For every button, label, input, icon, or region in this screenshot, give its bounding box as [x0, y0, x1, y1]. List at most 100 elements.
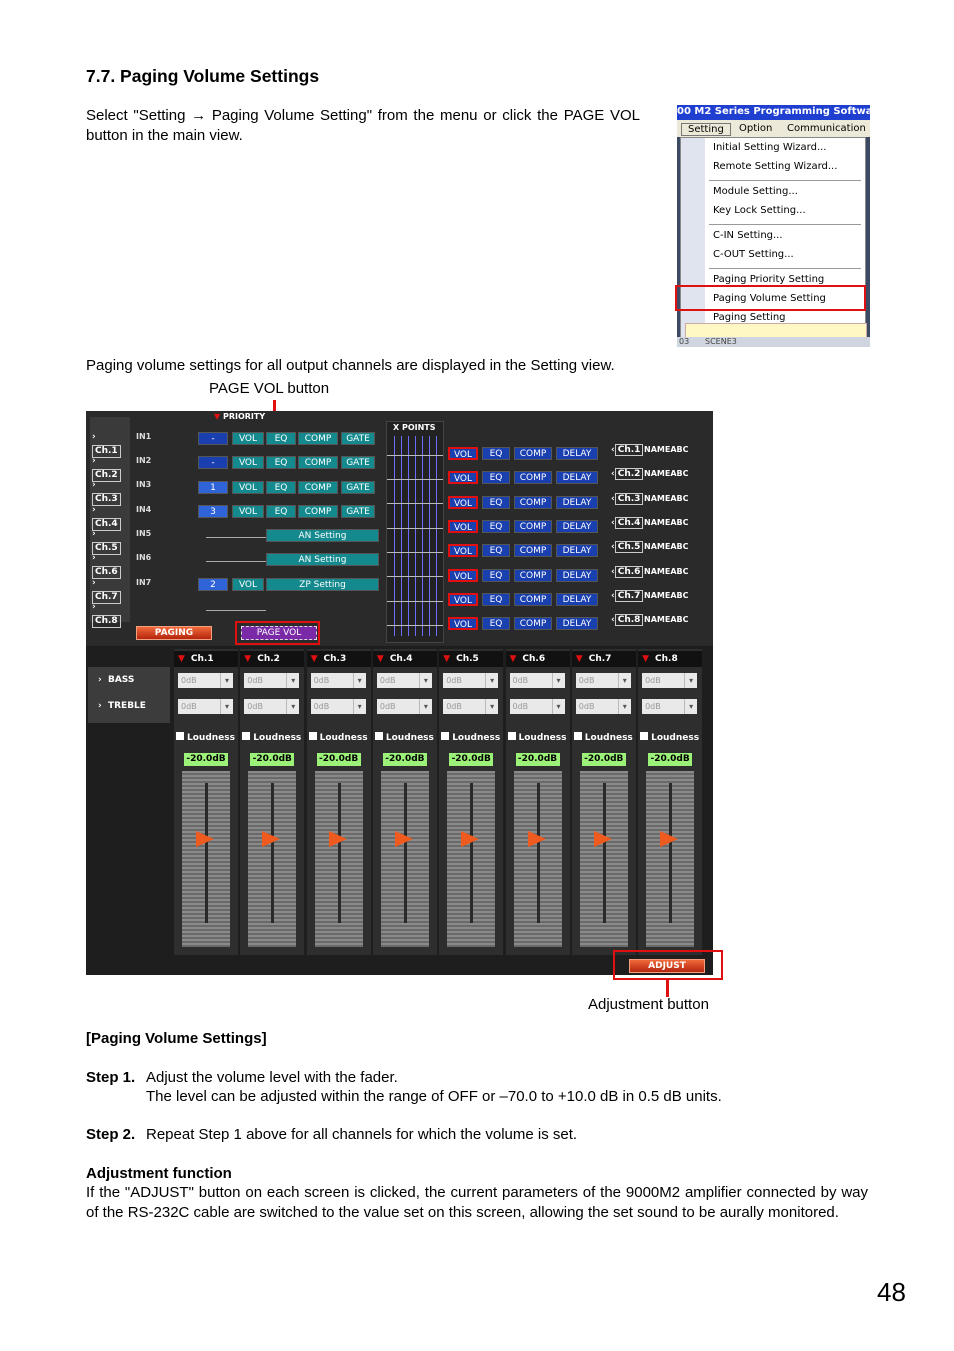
fader-knob[interactable] [262, 831, 281, 847]
loudness-checkbox[interactable]: Loudness [242, 732, 301, 743]
output-ch-label[interactable]: ‹ Ch.1 [611, 444, 644, 456]
treble-select[interactable]: 0dB ▾ [244, 699, 300, 714]
menu-setting[interactable]: Setting [681, 123, 731, 136]
out-comp-button[interactable]: COMP [514, 519, 552, 533]
fader-knob[interactable] [328, 831, 347, 847]
treble-select[interactable]: 0dB ▾ [509, 699, 565, 714]
zp-setting-button[interactable]: ZP Setting [266, 578, 379, 591]
out-comp-button[interactable]: COMP [514, 544, 552, 558]
volume-fader[interactable] [380, 771, 429, 947]
menu-item-remote-setting-wizard[interactable]: Remote Setting Wizard... [713, 159, 837, 175]
menu-option[interactable]: Option [739, 123, 772, 134]
loudness-checkbox[interactable]: Loudness [640, 732, 699, 743]
output-ch-label[interactable]: ‹ Ch.3 [611, 492, 644, 505]
in-eq-button[interactable]: EQ [266, 481, 296, 494]
loudness-checkbox[interactable]: Loudness [441, 732, 500, 743]
out-delay-button[interactable]: DELAY [556, 592, 598, 606]
menu-communication[interactable]: Communication [787, 123, 866, 134]
volume-fader[interactable] [447, 771, 496, 947]
in-comp-button[interactable]: COMP [298, 432, 338, 445]
menu-item-c-out-setting[interactable]: C-OUT Setting... [713, 247, 794, 263]
in-gate-button[interactable]: GATE [341, 432, 375, 445]
an-setting-button[interactable]: AN Setting [266, 529, 379, 542]
out-delay-button[interactable]: DELAY [556, 495, 598, 509]
out-comp-button[interactable]: COMP [514, 447, 552, 460]
in-gate-button[interactable]: GATE [341, 481, 375, 494]
fader-knob[interactable] [660, 831, 679, 847]
treble-select[interactable]: 0dB ▾ [178, 699, 233, 714]
loudness-checkbox[interactable]: Loudness [573, 732, 633, 743]
paging-button[interactable]: PAGING [136, 626, 212, 640]
menu-item-module-setting[interactable]: Module Setting... [713, 184, 798, 200]
out-eq-button[interactable]: EQ [482, 544, 510, 558]
output-ch-label[interactable]: ‹ Ch.4 [611, 516, 644, 529]
volume-fader[interactable] [646, 771, 695, 947]
in-vol-button[interactable]: VOL [232, 578, 264, 591]
treble-select[interactable]: 0dB ▾ [575, 699, 631, 714]
in-comp-button[interactable]: COMP [298, 481, 338, 494]
fader-knob[interactable] [394, 831, 413, 847]
output-ch-label[interactable]: ‹ Ch.5 [611, 541, 644, 554]
priority-box[interactable]: 3 [198, 505, 228, 518]
output-ch-label[interactable]: ‹ Ch.8 [611, 614, 644, 627]
input-ch-4[interactable]: ›Ch.4 [92, 503, 124, 531]
out-eq-button[interactable]: EQ [482, 447, 510, 460]
out-delay-button[interactable]: DELAY [556, 544, 598, 558]
input-ch-8[interactable]: ›Ch.8 [92, 600, 124, 628]
bass-select[interactable]: 0dB ▾ [244, 673, 300, 688]
priority-box[interactable]: - [198, 432, 228, 445]
volume-fader[interactable] [513, 771, 562, 947]
bass-select[interactable]: 0dB ▾ [443, 673, 499, 688]
out-eq-button[interactable]: EQ [482, 495, 510, 509]
treble-select[interactable]: 0dB ▾ [443, 699, 499, 714]
input-ch-3[interactable]: ›Ch.3 [92, 478, 124, 506]
bass-select[interactable]: 0dB ▾ [376, 673, 432, 688]
in-vol-button[interactable]: VOL [232, 432, 264, 445]
loudness-checkbox[interactable]: Loudness [507, 732, 567, 743]
bass-select[interactable]: 0dB ▾ [575, 673, 631, 688]
out-comp-button[interactable]: COMP [514, 617, 552, 631]
bass-select[interactable]: 0dB ▾ [642, 673, 698, 688]
loudness-checkbox[interactable]: Loudness [308, 732, 368, 743]
out-delay-button[interactable]: DELAY [556, 471, 598, 485]
out-vol-button[interactable]: VOL [448, 617, 478, 631]
treble-select[interactable]: 0dB ▾ [376, 699, 432, 714]
fader-knob[interactable] [527, 831, 546, 847]
out-comp-button[interactable]: COMP [514, 568, 552, 582]
in-eq-button[interactable]: EQ [266, 456, 296, 469]
loudness-checkbox[interactable]: Loudness [176, 732, 235, 743]
volume-fader[interactable] [314, 771, 363, 947]
out-vol-button[interactable]: VOL [448, 544, 478, 558]
input-ch-1[interactable]: ›Ch.1 [92, 430, 124, 458]
volume-fader[interactable] [182, 771, 230, 947]
bass-select[interactable]: 0dB ▾ [178, 673, 233, 688]
out-vol-button[interactable]: VOL [448, 471, 478, 485]
fader-knob[interactable] [196, 831, 214, 847]
out-comp-button[interactable]: COMP [514, 495, 552, 509]
priority-box[interactable]: - [198, 456, 228, 469]
menu-item-paging-setting[interactable]: Paging Setting [713, 310, 786, 326]
out-vol-button[interactable]: VOL [448, 447, 478, 460]
output-ch-label[interactable]: ‹ Ch.6 [611, 565, 644, 578]
output-ch-label[interactable]: ‹ Ch.2 [611, 468, 644, 481]
x-points-matrix[interactable]: X POINTS [386, 421, 444, 643]
in-comp-button[interactable]: COMP [298, 456, 338, 469]
fader-knob[interactable] [461, 831, 480, 847]
loudness-checkbox[interactable]: Loudness [374, 732, 434, 743]
input-ch-2[interactable]: ›Ch.2 [92, 454, 124, 482]
an-setting-button[interactable]: AN Setting [266, 553, 379, 566]
output-ch-label[interactable]: ‹ Ch.7 [611, 589, 644, 602]
treble-select[interactable]: 0dB ▾ [642, 699, 698, 714]
input-ch-5[interactable]: ›Ch.5 [92, 527, 124, 555]
out-vol-button[interactable]: VOL [448, 495, 478, 509]
volume-fader[interactable] [579, 771, 628, 947]
out-eq-button[interactable]: EQ [482, 471, 510, 485]
bass-select[interactable]: 0dB ▾ [310, 673, 366, 688]
in-eq-button[interactable]: EQ [266, 432, 296, 445]
input-ch-6[interactable]: ›Ch.6 [92, 551, 124, 579]
out-comp-button[interactable]: COMP [514, 471, 552, 485]
in-eq-button[interactable]: EQ [266, 505, 296, 518]
in-comp-button[interactable]: COMP [298, 505, 338, 518]
in-vol-button[interactable]: VOL [232, 456, 264, 469]
out-vol-button[interactable]: VOL [448, 568, 478, 582]
